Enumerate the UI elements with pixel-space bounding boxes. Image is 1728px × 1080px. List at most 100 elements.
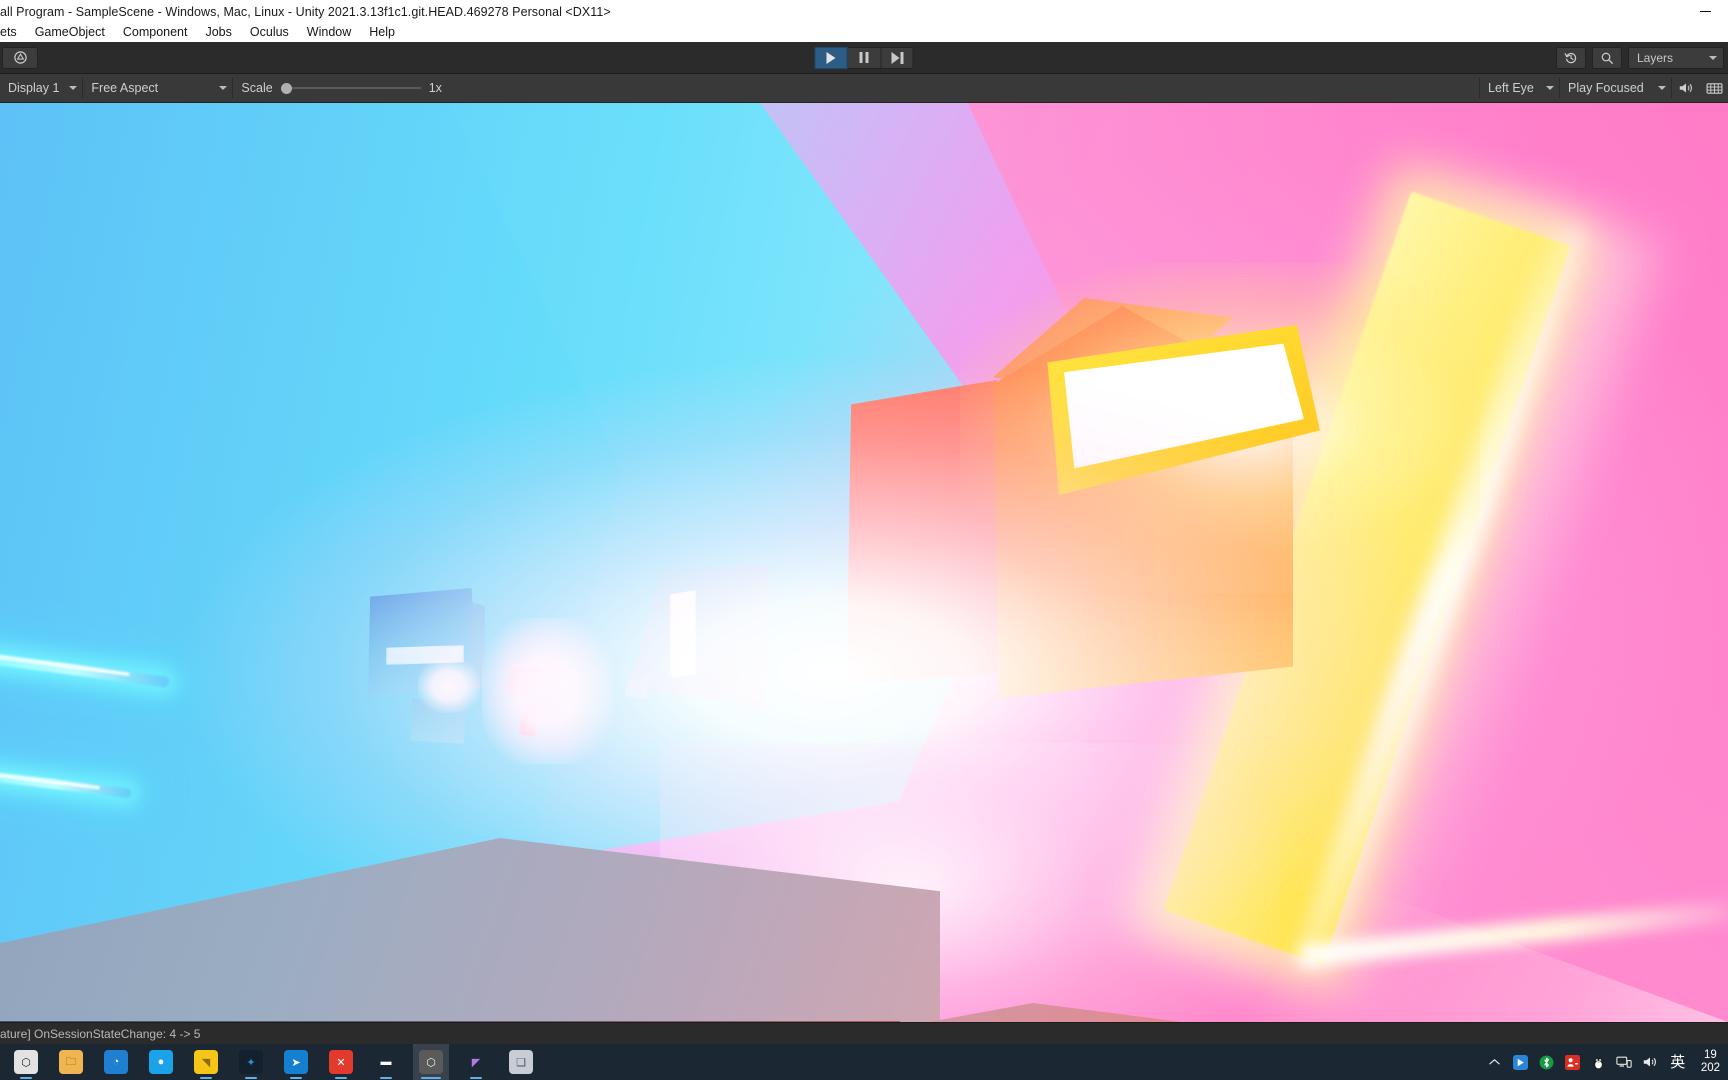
taskbar-app-hbuilder-app[interactable]: ✦ xyxy=(233,1044,269,1080)
chevron-down-icon xyxy=(69,86,78,90)
layers-dropdown[interactable]: Layers xyxy=(1628,46,1724,69)
menu-item-assets[interactable]: ets xyxy=(0,23,26,42)
scale-label: Scale xyxy=(241,81,273,95)
taskbar-app-blue-arrow-app[interactable]: ➤ xyxy=(278,1044,314,1080)
bluetooth-icon xyxy=(1539,1055,1554,1069)
show-hidden-icons-button[interactable] xyxy=(1486,1054,1503,1071)
aspect-dropdown[interactable]: Free Aspect xyxy=(85,78,234,98)
aspect-dropdown-label: Free Aspect xyxy=(91,81,159,95)
taskbar-app-quark-browser[interactable]: ● xyxy=(143,1044,179,1080)
focus-mode-dropdown[interactable]: Play Focused xyxy=(1562,78,1672,98)
clock-time: 19 xyxy=(1704,1049,1717,1061)
red-contact-icon xyxy=(1564,1054,1580,1070)
layers-dropdown-label: Layers xyxy=(1637,50,1674,65)
network-button[interactable] xyxy=(1616,1054,1633,1071)
mute-audio-button[interactable] xyxy=(1672,74,1700,103)
play-button[interactable] xyxy=(814,46,848,69)
taskbar-app-oculus-app[interactable]: ▬ xyxy=(368,1044,404,1080)
stats-button[interactable] xyxy=(1700,74,1728,103)
unity-cloud-icon xyxy=(13,51,27,64)
menu-bar: ets GameObject Component Jobs Oculus Win… xyxy=(0,23,1728,42)
pause-icon xyxy=(859,52,869,63)
taskbar-app-sticky-notes[interactable]: ◥ xyxy=(188,1044,224,1080)
eye-dropdown-label: Left Eye xyxy=(1488,81,1534,95)
taskbar-running-indicator xyxy=(290,1077,302,1079)
taskbar-running-indicator xyxy=(200,1077,212,1079)
scale-slider-knob[interactable] xyxy=(280,82,292,94)
taskbar-app-unity-editor[interactable]: ⬡ xyxy=(413,1044,449,1080)
bluetooth-button[interactable] xyxy=(1538,1054,1555,1071)
screenshot-tool-icon: ❑ xyxy=(509,1050,533,1074)
play-icon xyxy=(826,51,836,64)
window-controls xyxy=(1682,0,1728,23)
game-view-render-surface[interactable] xyxy=(0,103,1728,1022)
taskbar-app-xmind-app[interactable]: ✕ xyxy=(323,1044,359,1080)
taskbar-app-file-explorer[interactable]: 🗀 xyxy=(53,1044,89,1080)
history-icon xyxy=(1564,52,1577,63)
chevron-up-icon xyxy=(1489,1059,1500,1065)
scale-control[interactable]: Scale 1x xyxy=(233,81,458,95)
toolbar-divider xyxy=(1479,78,1480,98)
chevron-down-icon xyxy=(1546,86,1554,90)
taskbar-running-indicator xyxy=(245,1077,257,1079)
status-bar[interactable]: ature] OnSessionStateChange: 4 -> 5 xyxy=(0,1022,1728,1044)
qq-penguin-icon xyxy=(1593,1057,1604,1069)
unity-editor-icon: ⬡ xyxy=(419,1050,443,1074)
system-tray: 英 19 202 xyxy=(1486,1049,1728,1075)
search-button[interactable] xyxy=(1592,46,1622,69)
minimize-icon xyxy=(1699,10,1711,13)
volume-icon xyxy=(1644,1057,1657,1067)
menu-item-window[interactable]: Window xyxy=(298,23,360,42)
step-icon xyxy=(891,51,903,64)
status-message: ature] OnSessionStateChange: 4 -> 5 xyxy=(0,1026,201,1041)
speaker-icon xyxy=(1679,83,1692,93)
display-dropdown-label: Display 1 xyxy=(8,81,60,95)
qq-button[interactable] xyxy=(1590,1054,1607,1071)
taskbar-app-unity-hub[interactable]: ⬡ xyxy=(8,1044,44,1080)
taskbar-clock[interactable]: 19 202 xyxy=(1697,1049,1720,1075)
minimize-button[interactable] xyxy=(1682,0,1728,23)
visual-studio-icon: ◤ xyxy=(464,1050,488,1074)
ime-language-button[interactable]: 英 xyxy=(1668,1054,1688,1071)
pause-button[interactable] xyxy=(847,46,881,69)
taskbar-running-indicator xyxy=(421,1077,441,1079)
windows-taskbar: ⬡ 🗀 ◔ ● ◥ ✦ ➤ ✕ ▬ ⬡ ◤ ❑ 英 19 202 xyxy=(0,1044,1728,1080)
menu-item-oculus[interactable]: Oculus xyxy=(241,23,298,42)
file-explorer-icon: 🗀 xyxy=(59,1050,83,1074)
volume-button[interactable] xyxy=(1642,1054,1659,1071)
stats-grid-icon xyxy=(1706,82,1722,94)
taskbar-app-screenshot-tool[interactable]: ❑ xyxy=(503,1044,539,1080)
taskbar-app-visual-studio[interactable]: ◤ xyxy=(458,1044,494,1080)
menu-item-jobs[interactable]: Jobs xyxy=(196,23,240,42)
sticky-notes-icon: ◥ xyxy=(194,1050,218,1074)
taskbar-app-microsoft-edge[interactable]: ◔ xyxy=(98,1044,134,1080)
unity-main-toolbar: Layers xyxy=(0,42,1728,74)
eye-dropdown[interactable]: Left Eye xyxy=(1482,78,1560,98)
menu-item-component[interactable]: Component xyxy=(114,23,197,42)
tray-red-app-button[interactable] xyxy=(1564,1054,1581,1071)
menu-item-gameobject[interactable]: GameObject xyxy=(26,23,114,42)
window-titlebar: all Program - SampleScene - Windows, Mac… xyxy=(0,0,1728,23)
toolbar-right-group: Layers xyxy=(1556,46,1728,69)
oculus-app-icon: ▬ xyxy=(374,1050,398,1074)
window-title: all Program - SampleScene - Windows, Mac… xyxy=(0,4,611,19)
xmind-app-icon: ✕ xyxy=(329,1050,353,1074)
taskbar-apps: ⬡ 🗀 ◔ ● ◥ ✦ ➤ ✕ ▬ ⬡ ◤ ❑ xyxy=(0,1044,539,1080)
menu-item-help[interactable]: Help xyxy=(360,23,404,42)
blue-arrow-app-icon: ➤ xyxy=(284,1050,308,1074)
undo-history-button[interactable] xyxy=(1556,46,1586,69)
microsoft-edge-icon: ◔ xyxy=(104,1050,128,1074)
chevron-down-icon xyxy=(1658,86,1666,90)
chevron-down-icon xyxy=(219,86,228,90)
tray-blue-app-button[interactable] xyxy=(1512,1054,1529,1071)
blue-app-tray-icon xyxy=(1512,1054,1528,1070)
step-button[interactable] xyxy=(880,46,914,69)
playmode-controls xyxy=(814,46,914,69)
quark-browser-icon: ● xyxy=(149,1050,173,1074)
display-dropdown[interactable]: Display 1 xyxy=(2,78,84,98)
unity-cloud-button[interactable] xyxy=(2,46,38,69)
scale-value: 1x xyxy=(428,81,442,95)
taskbar-running-indicator xyxy=(20,1077,32,1079)
screen-root: all Program - SampleScene - Windows, Mac… xyxy=(0,0,1728,1080)
scale-slider[interactable] xyxy=(280,81,421,95)
